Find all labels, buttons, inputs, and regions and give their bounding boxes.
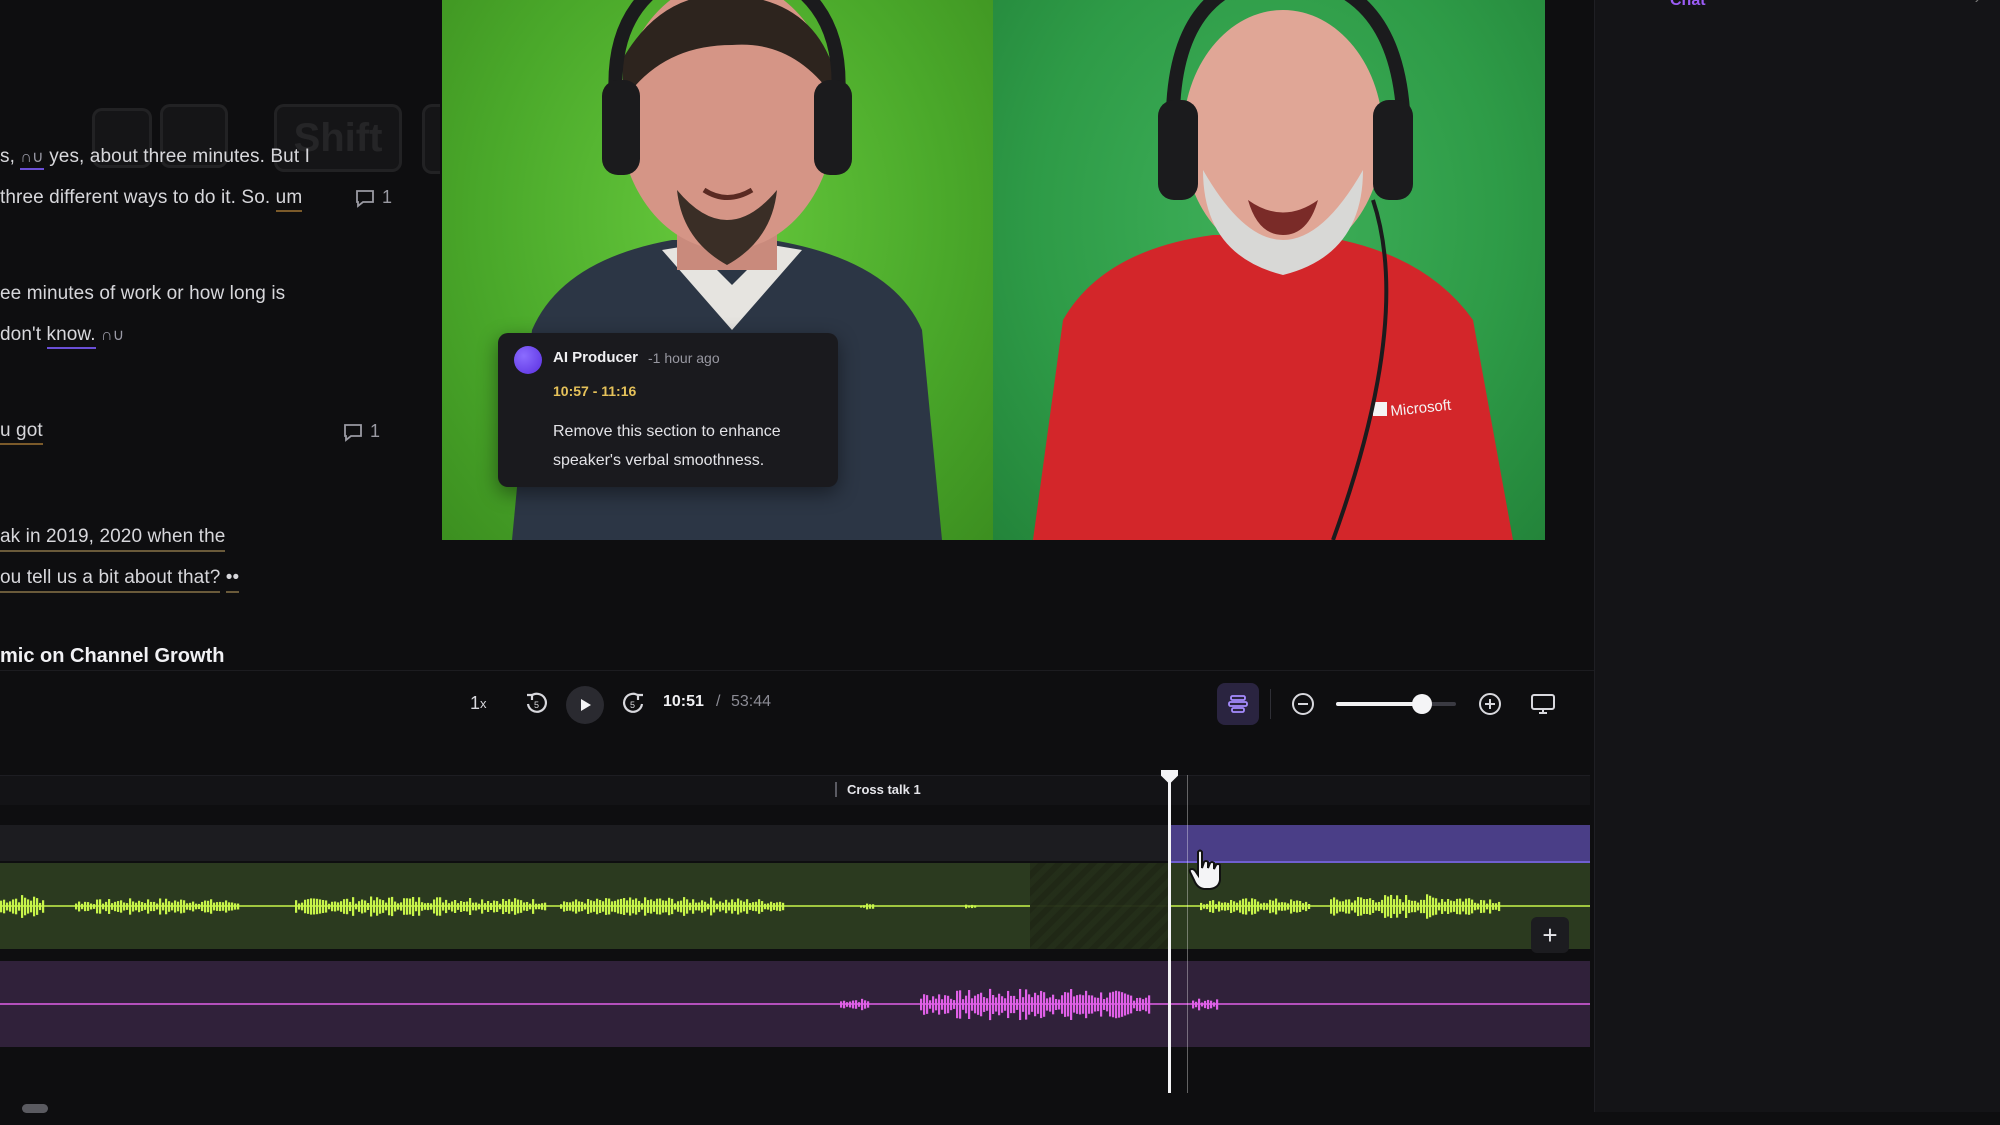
right-panel: Chat › — [1594, 0, 2000, 1112]
forward-5-icon[interactable]: 5 — [619, 689, 647, 717]
transcript-panel: Shift S s, ∩∪ yes, about three minutes. … — [0, 0, 440, 670]
filler-marker-icon[interactable]: ∩∪ — [20, 149, 44, 170]
playback-speed-button[interactable]: 1 x — [470, 693, 487, 714]
player-controls: 1 x 5 5 10:51 / 53:44 — [0, 670, 1594, 734]
right-panel-tab-label[interactable]: Chat — [1670, 0, 1706, 10]
transcript-line[interactable]: ak in 2019, 2020 when the — [0, 526, 226, 552]
comment-icon — [344, 423, 362, 442]
filler-word-um[interactable]: um — [275, 187, 303, 212]
transcript-line[interactable]: three different ways to do it. So. um — [0, 187, 303, 212]
transcript-line[interactable]: ou tell us a bit about that? •• — [0, 567, 240, 593]
section-title: mic on Channel Growth — [0, 645, 225, 667]
comment-message: Remove this section to enhance speaker's… — [553, 423, 781, 469]
comment-count-badge[interactable]: 1 — [354, 187, 392, 208]
layout-icon — [1228, 695, 1248, 713]
play-icon — [581, 699, 591, 711]
add-track-button[interactable]: + — [1531, 917, 1569, 953]
timeline[interactable]: Cross talk 1 + — [0, 770, 1590, 1095]
hand-cursor-icon — [1188, 849, 1221, 890]
chapter-marker[interactable]: Cross talk 1 — [835, 782, 921, 797]
speaker-right-camera: Microsoft — [993, 0, 1545, 540]
play-button[interactable] — [566, 686, 604, 724]
chevron-icon[interactable]: › — [1975, 0, 1980, 8]
transcript-line[interactable]: s, ∩∪ yes, about three minutes. But I — [0, 146, 310, 170]
comment-count-badge[interactable]: 1 — [342, 421, 380, 442]
speaker-right-image: Microsoft — [1033, 0, 1513, 540]
zoom-slider-thumb[interactable] — [1412, 694, 1433, 714]
transcript-line[interactable]: ee minutes of work or how long is — [0, 283, 285, 305]
zoom-in-icon[interactable] — [1476, 690, 1504, 718]
ghost-key-s: S — [422, 104, 440, 174]
ai-producer-comment-popup[interactable]: AI Producer -1 hour ago 10:57 - 11:16 Re… — [498, 333, 838, 487]
zoom-slider[interactable] — [1336, 694, 1456, 714]
comment-icon — [356, 189, 374, 208]
current-time: 10:51 — [663, 693, 704, 710]
divider — [1270, 689, 1271, 719]
playhead[interactable] — [1168, 775, 1171, 1093]
speaker-1-audio-track[interactable] — [0, 863, 1590, 949]
zoom-out-icon[interactable] — [1289, 690, 1317, 718]
selection-range[interactable] — [1170, 825, 1590, 863]
speaker-2-audio-track[interactable] — [0, 961, 1590, 1047]
rewind-5-icon[interactable]: 5 — [523, 689, 551, 717]
avatar — [514, 346, 542, 374]
total-time: 53:44 — [731, 693, 772, 710]
timeline-ruler[interactable]: Cross talk 1 — [0, 775, 1590, 805]
svg-text:5: 5 — [534, 700, 539, 710]
more-dots-icon[interactable]: •• — [225, 567, 240, 593]
comment-time-range[interactable]: 10:57 - 11:16 — [553, 383, 636, 399]
comment-author: AI Producer — [553, 349, 639, 366]
speaker-1-waveform — [0, 894, 1590, 919]
time-separator: / — [716, 693, 721, 710]
transcript-line[interactable]: u got — [0, 420, 43, 445]
transcript-line[interactable]: don't know. ∩∪ — [0, 324, 124, 349]
speaker-2-waveform — [0, 988, 1590, 1021]
hover-line — [1187, 775, 1188, 1093]
comment-time: -1 hour ago — [648, 350, 720, 366]
timeline-scrollbar-thumb[interactable] — [22, 1104, 48, 1113]
monitor-icon[interactable] — [1528, 690, 1558, 718]
svg-text:5: 5 — [630, 700, 635, 710]
zoom-slider-fill — [1336, 702, 1423, 706]
timeline-layout-button[interactable] — [1217, 683, 1259, 725]
waveform-marker-icon[interactable]: ∩∪ — [101, 327, 124, 344]
removed-segment[interactable] — [1030, 863, 1170, 949]
